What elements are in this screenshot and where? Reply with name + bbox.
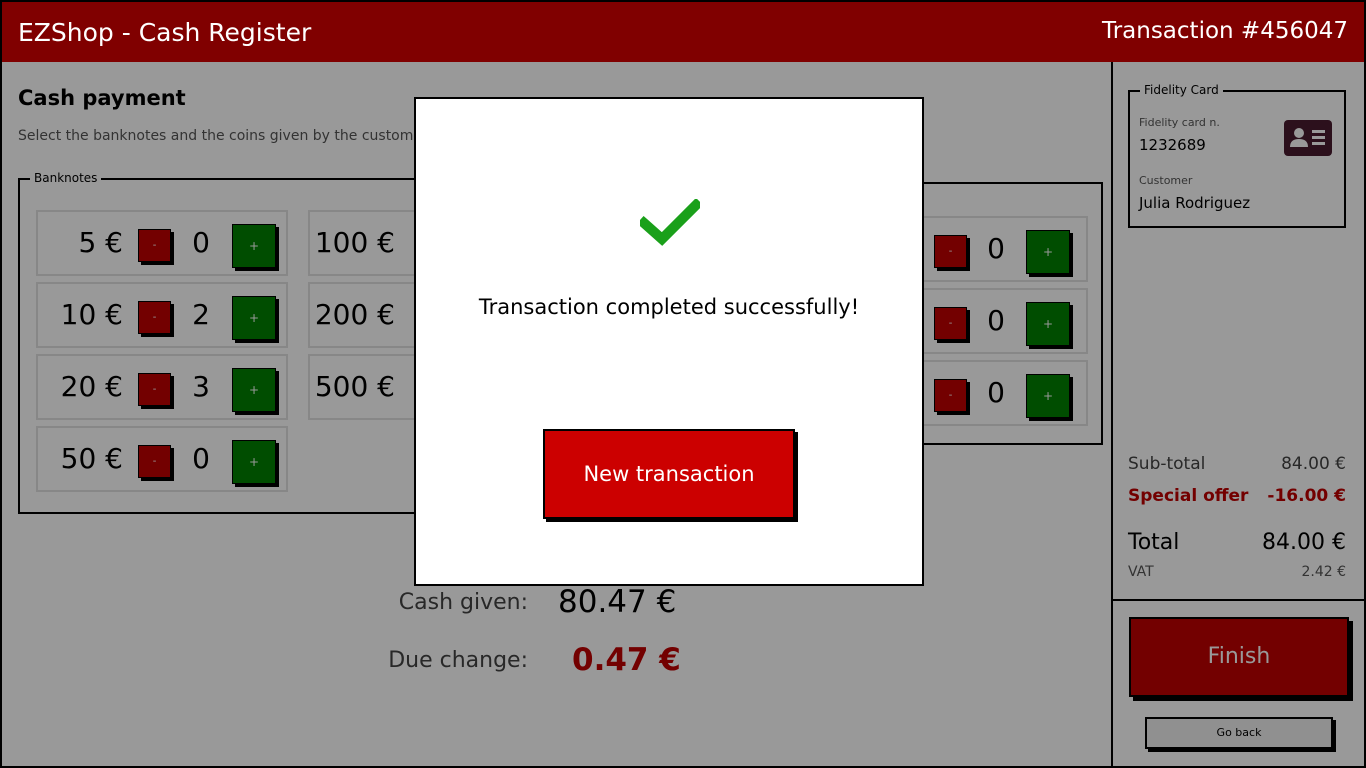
transaction-number: Transaction #456047 — [1102, 18, 1348, 44]
app-title: EZShop - Cash Register — [18, 18, 312, 47]
new-transaction-button[interactable]: New transaction — [543, 429, 795, 519]
check-icon — [640, 199, 700, 246]
success-dialog: Transaction completed successfully! New … — [414, 97, 924, 586]
app-header: EZShop - Cash Register Transaction #4560… — [0, 0, 1366, 64]
success-message: Transaction completed successfully! — [478, 295, 860, 319]
